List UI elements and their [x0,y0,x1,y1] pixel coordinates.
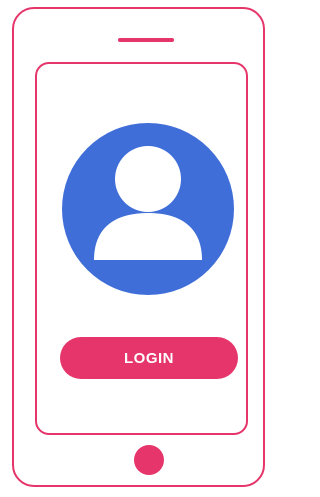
login-button[interactable]: LOGIN [60,337,238,379]
phone-speaker [118,38,174,42]
user-icon [62,123,234,295]
user-silhouette [94,146,202,260]
login-button-label: LOGIN [124,349,174,367]
home-button[interactable] [134,445,164,475]
